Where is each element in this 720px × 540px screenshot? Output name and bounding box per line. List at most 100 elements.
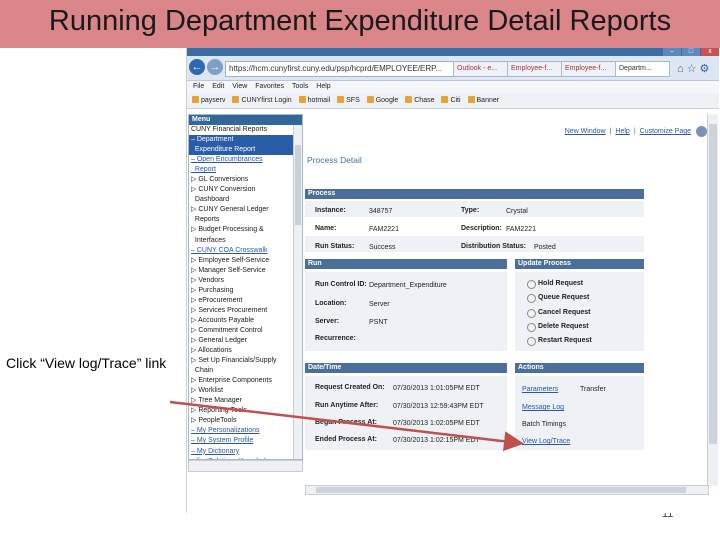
- back-icon[interactable]: ←: [189, 59, 205, 75]
- sidebar-item[interactable]: – CUNY COA Crosswalk: [189, 246, 302, 256]
- browser-tab-employee-2[interactable]: Employee-f...: [561, 61, 616, 77]
- browser-tab-outlook[interactable]: Outlook - e...: [453, 61, 508, 77]
- url-input[interactable]: https://hcm.cunyfirst.cuny.edu/psp/hcprd…: [225, 61, 454, 77]
- menu-help[interactable]: Help: [316, 83, 330, 90]
- instance-label: Instance:: [315, 207, 346, 214]
- browser-tab-department[interactable]: Departm...: [615, 61, 670, 77]
- favorite-banner[interactable]: Banner: [467, 96, 499, 104]
- sidebar-item[interactable]: – My Dictionary: [189, 447, 302, 457]
- menu-header: Menu: [189, 115, 302, 125]
- window-titlebar: – □ x: [187, 48, 719, 56]
- favorite-citi[interactable]: Citi: [441, 96, 461, 104]
- main-hscrollbar[interactable]: [305, 485, 709, 495]
- menu-file[interactable]: File: [193, 83, 204, 90]
- sidebar-item[interactable]: ▷ eProcurement: [189, 296, 302, 306]
- instruction-note: Click “View log/Trace” link: [6, 355, 167, 371]
- sidebar-item[interactable]: ▷ GL Conversions: [189, 175, 302, 185]
- menu-favorites[interactable]: Favorites: [255, 83, 284, 90]
- favorite-hotmail[interactable]: hotmail: [298, 96, 330, 104]
- favorites-bar: payserv CUNYfirst Login hotmail SFS Goog…: [187, 93, 719, 109]
- slide-title: Running Department Expenditure Detail Re…: [48, 5, 672, 37]
- update-process-header: Update Process: [515, 259, 644, 269]
- browser-tab-employee-1[interactable]: Employee-f...: [507, 61, 562, 77]
- sidebar-item[interactable]: ▷ CUNY General Ledger: [189, 205, 302, 215]
- sidebar-item[interactable]: Expenditure Report: [189, 145, 302, 156]
- favorite-sfs[interactable]: SFS: [337, 96, 360, 104]
- view-log-trace-link[interactable]: View Log/Trace: [522, 438, 570, 445]
- recurrence-label: Recurrence:: [315, 335, 356, 342]
- favorite-chase[interactable]: Chase: [405, 96, 434, 104]
- sidebar-item[interactable]: ▷ Worklist: [189, 386, 302, 396]
- sidebar-item[interactable]: ▷ Services Procurement: [189, 306, 302, 316]
- sidebar-item[interactable]: Reports: [189, 215, 302, 225]
- favorite-google[interactable]: Google: [366, 96, 398, 104]
- sidebar-item[interactable]: ▷ Purchasing: [189, 286, 302, 296]
- sidebar-item[interactable]: ▷ Manager Self-Service: [189, 266, 302, 276]
- customize-page-link[interactable]: Customize Page: [640, 128, 691, 135]
- scrollbar-thumb[interactable]: [316, 487, 686, 493]
- hold-request-label: Hold Request: [538, 280, 584, 287]
- scrollbar-thumb[interactable]: [709, 124, 717, 444]
- sidebar-item[interactable]: ▷ PeopleTools: [189, 416, 302, 426]
- sidebar-item[interactable]: ▷ Reporting Tools: [189, 406, 302, 416]
- sidebar-item[interactable]: ▷ Budget Processing &: [189, 225, 302, 235]
- distribution-status-value: Posted: [534, 244, 556, 251]
- help-icon[interactable]: [696, 126, 707, 137]
- favorite-cunyfirst[interactable]: CUNYfirst Login: [232, 96, 292, 104]
- cancel-request-radio[interactable]: [527, 309, 536, 318]
- sidebar-item[interactable]: ▷ CUNY Conversion: [189, 185, 302, 195]
- delete-request-radio[interactable]: [527, 323, 536, 332]
- scrollbar-thumb[interactable]: [295, 145, 301, 225]
- favorite-icon: [405, 96, 413, 103]
- parameters-link[interactable]: Parameters: [522, 386, 558, 393]
- sidebar-item[interactable]: ▷ Accounts Payable: [189, 316, 302, 326]
- new-window-link[interactable]: New Window: [565, 128, 606, 135]
- hold-request-radio[interactable]: [527, 280, 536, 289]
- sidebar-item[interactable]: Report: [189, 165, 302, 175]
- run-control-value: Department_Expenditure: [369, 282, 447, 289]
- forward-icon[interactable]: →: [207, 59, 223, 75]
- favorite-payserv[interactable]: payserv: [192, 96, 226, 104]
- maximize-icon[interactable]: □: [682, 48, 700, 56]
- sidebar-item[interactable]: ▷ Set Up Financials/Supply: [189, 356, 302, 366]
- main-scrollbar[interactable]: [707, 114, 718, 486]
- top-links: New Window | Help | Customize Page: [564, 128, 691, 135]
- sidebar-item[interactable]: ▷ General Ledger: [189, 336, 302, 346]
- distribution-status-label: Distribution Status:: [461, 243, 526, 250]
- sidebar-item[interactable]: ▷ Vendors: [189, 276, 302, 286]
- sidebar-item[interactable]: – Department: [189, 135, 302, 146]
- menu-edit[interactable]: Edit: [212, 83, 224, 90]
- sidebar-item[interactable]: Dashboard: [189, 195, 302, 205]
- sidebar-item[interactable]: ▷ Allocations: [189, 346, 302, 356]
- description-label: Description:: [461, 225, 502, 232]
- name-label: Name:: [315, 225, 337, 232]
- queue-request-radio[interactable]: [527, 294, 536, 303]
- sidebar-item[interactable]: ▷ Commitment Control: [189, 326, 302, 336]
- menu-tools[interactable]: Tools: [292, 83, 308, 90]
- sidebar-hscrollbar[interactable]: [188, 460, 303, 472]
- favorite-icon: [298, 96, 306, 103]
- request-created-label: Request Created On:: [315, 384, 385, 391]
- home-star-gear-icons[interactable]: ⌂☆⚙: [677, 62, 712, 75]
- sidebar-item[interactable]: Chain: [189, 366, 302, 376]
- minimize-icon[interactable]: –: [663, 48, 681, 56]
- address-bar: ← → https://hcm.cunyfirst.cuny.edu/psp/h…: [187, 56, 719, 81]
- restart-request-radio[interactable]: [527, 337, 536, 346]
- sidebar-item[interactable]: – My Personalizations: [189, 426, 302, 436]
- sidebar-item[interactable]: ▷ Tree Manager: [189, 396, 302, 406]
- run-anytime-value: 07/30/2013 12:59:43PM EDT: [393, 403, 484, 410]
- process-header: Process: [305, 189, 644, 199]
- sidebar-item[interactable]: CUNY Financial Reports: [189, 125, 302, 135]
- sidebar-scrollbar[interactable]: [293, 125, 302, 459]
- help-link[interactable]: Help: [615, 128, 629, 135]
- sidebar-item[interactable]: ▷ Employee Self-Service: [189, 256, 302, 266]
- message-log-link[interactable]: Message Log: [522, 404, 564, 411]
- run-header: Run: [305, 259, 507, 269]
- sidebar-item[interactable]: ▷ Enterprise Components: [189, 376, 302, 386]
- ended-process-label: Ended Process At:: [315, 436, 377, 443]
- sidebar-item[interactable]: – Open Encumbrances: [189, 155, 302, 165]
- sidebar-item[interactable]: – My System Profile: [189, 436, 302, 446]
- sidebar-item[interactable]: Interfaces: [189, 236, 302, 246]
- menu-view[interactable]: View: [232, 83, 247, 90]
- close-icon[interactable]: x: [701, 48, 719, 56]
